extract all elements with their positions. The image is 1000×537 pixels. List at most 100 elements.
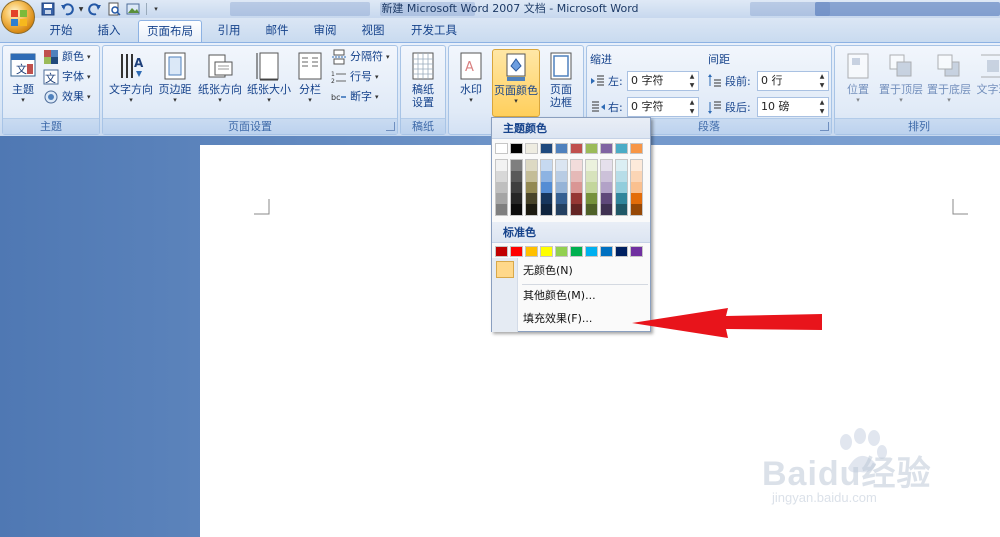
more-colors-item[interactable]: 其他颜色(M)...: [492, 285, 650, 307]
page-borders-button[interactable]: 页面 边框: [541, 49, 581, 117]
spinner-arrows-icon[interactable]: ▲ ▼: [817, 98, 827, 116]
size-button[interactable]: 纸张大小 ▾: [245, 49, 293, 117]
spacing-after-input[interactable]: 10 磅 ▲ ▼: [757, 97, 829, 117]
theme-color-swatch[interactable]: [555, 143, 568, 154]
theme-shade-swatch[interactable]: [586, 193, 597, 204]
standard-color-swatch[interactable]: [540, 246, 553, 257]
theme-color-swatch[interactable]: [600, 143, 613, 154]
watermark-button[interactable]: A 水印 ▾: [451, 49, 491, 117]
theme-color-swatch[interactable]: [510, 143, 523, 154]
page-color-button[interactable]: 页面颜色 ▾: [492, 49, 540, 117]
draft-settings-button[interactable]: 稿纸 设置: [402, 49, 444, 117]
theme-shade-swatch[interactable]: [616, 171, 627, 182]
indent-right-input[interactable]: 0 字符 ▲ ▼: [627, 97, 699, 117]
theme-shade-swatch[interactable]: [496, 171, 507, 182]
tab-mailings[interactable]: 邮件: [256, 20, 298, 42]
margins-button[interactable]: 页边距 ▾: [155, 49, 195, 117]
theme-shade-swatch[interactable]: [556, 160, 567, 171]
theme-color-swatch[interactable]: [615, 143, 628, 154]
line-numbers-button[interactable]: 12 行号 ▾: [331, 68, 379, 86]
orientation-button[interactable]: 纸张方向 ▾: [195, 49, 245, 117]
spinner-arrows-icon[interactable]: ▲ ▼: [687, 98, 697, 116]
theme-color-swatch[interactable]: [495, 143, 508, 154]
theme-color-swatch[interactable]: [525, 143, 538, 154]
standard-color-swatch[interactable]: [510, 246, 523, 257]
theme-shade-swatch[interactable]: [526, 182, 537, 193]
theme-shade-swatch[interactable]: [586, 204, 597, 215]
theme-shade-swatch[interactable]: [556, 193, 567, 204]
theme-shade-swatch[interactable]: [571, 193, 582, 204]
theme-shade-swatch[interactable]: [601, 160, 612, 171]
standard-color-swatch[interactable]: [600, 246, 613, 257]
theme-shade-swatch[interactable]: [496, 160, 507, 171]
theme-shade-swatch[interactable]: [541, 171, 552, 182]
theme-color-swatch[interactable]: [630, 143, 643, 154]
themes-button[interactable]: 文 主题 ▾: [5, 49, 41, 117]
theme-shade-swatch[interactable]: [511, 171, 522, 182]
theme-shade-swatch[interactable]: [511, 193, 522, 204]
standard-color-swatch[interactable]: [585, 246, 598, 257]
theme-shade-swatch[interactable]: [601, 193, 612, 204]
theme-shade-swatch[interactable]: [601, 204, 612, 215]
breaks-button[interactable]: 分隔符 ▾: [331, 48, 390, 66]
theme-fonts-button[interactable]: 文 字体 ▾: [43, 68, 91, 86]
theme-effects-button[interactable]: 效果 ▾: [43, 88, 91, 106]
no-color-item[interactable]: 无颜色(N): [492, 260, 650, 282]
theme-shade-swatch[interactable]: [541, 204, 552, 215]
text-wrap-button[interactable]: 文字环: [973, 49, 1000, 117]
paragraph-dialog-launcher-icon[interactable]: [820, 122, 829, 131]
theme-shade-swatch[interactable]: [541, 193, 552, 204]
tab-insert[interactable]: 插入: [88, 20, 130, 42]
theme-colors-button[interactable]: 颜色 ▾: [43, 48, 91, 66]
tab-home[interactable]: 开始: [40, 20, 82, 42]
theme-shade-swatch[interactable]: [631, 160, 642, 171]
tab-review[interactable]: 审阅: [304, 20, 346, 42]
theme-color-swatch[interactable]: [570, 143, 583, 154]
theme-shade-swatch[interactable]: [556, 182, 567, 193]
theme-shade-swatch[interactable]: [586, 171, 597, 182]
standard-color-swatch[interactable]: [630, 246, 643, 257]
theme-shade-swatch[interactable]: [541, 160, 552, 171]
theme-shade-swatch[interactable]: [496, 204, 507, 215]
indent-left-input[interactable]: 0 字符 ▲ ▼: [627, 71, 699, 91]
tab-developer[interactable]: 开发工具: [404, 20, 464, 42]
position-button[interactable]: 位置 ▾: [839, 49, 877, 117]
theme-shade-swatch[interactable]: [586, 182, 597, 193]
fill-effects-item[interactable]: 填充效果(F)...: [492, 308, 650, 330]
theme-shade-swatch[interactable]: [526, 171, 537, 182]
theme-shade-swatch[interactable]: [526, 193, 537, 204]
theme-shade-swatch[interactable]: [511, 160, 522, 171]
office-button[interactable]: [1, 0, 35, 34]
theme-shade-swatch[interactable]: [616, 204, 627, 215]
theme-shade-swatch[interactable]: [616, 160, 627, 171]
tab-view[interactable]: 视图: [352, 20, 394, 42]
page-setup-dialog-launcher-icon[interactable]: [386, 122, 395, 131]
theme-shade-swatch[interactable]: [631, 193, 642, 204]
theme-shade-swatch[interactable]: [526, 204, 537, 215]
standard-color-swatch[interactable]: [525, 246, 538, 257]
spinner-arrows-icon[interactable]: ▲ ▼: [817, 72, 827, 90]
theme-color-swatch[interactable]: [585, 143, 598, 154]
text-direction-button[interactable]: A 文字方向 ▾: [107, 49, 155, 117]
theme-shade-swatch[interactable]: [571, 160, 582, 171]
columns-button[interactable]: 分栏 ▾: [293, 49, 327, 117]
theme-shade-swatch[interactable]: [556, 204, 567, 215]
standard-color-swatch[interactable]: [495, 246, 508, 257]
theme-shade-swatch[interactable]: [541, 182, 552, 193]
theme-shade-swatch[interactable]: [571, 171, 582, 182]
theme-shade-swatch[interactable]: [571, 182, 582, 193]
theme-shade-swatch[interactable]: [571, 204, 582, 215]
theme-shade-swatch[interactable]: [616, 193, 627, 204]
spacing-before-input[interactable]: 0 行 ▲ ▼: [757, 71, 829, 91]
theme-shade-swatch[interactable]: [601, 171, 612, 182]
standard-color-swatch[interactable]: [555, 246, 568, 257]
send-to-back-button[interactable]: 置于底层 ▾: [925, 49, 973, 117]
theme-color-swatch[interactable]: [540, 143, 553, 154]
standard-color-swatch[interactable]: [570, 246, 583, 257]
theme-shade-swatch[interactable]: [616, 182, 627, 193]
hyphenation-button[interactable]: bc 断字 ▾: [331, 88, 379, 106]
theme-shade-swatch[interactable]: [496, 193, 507, 204]
standard-color-swatch[interactable]: [615, 246, 628, 257]
theme-shade-swatch[interactable]: [511, 204, 522, 215]
theme-shade-swatch[interactable]: [526, 160, 537, 171]
